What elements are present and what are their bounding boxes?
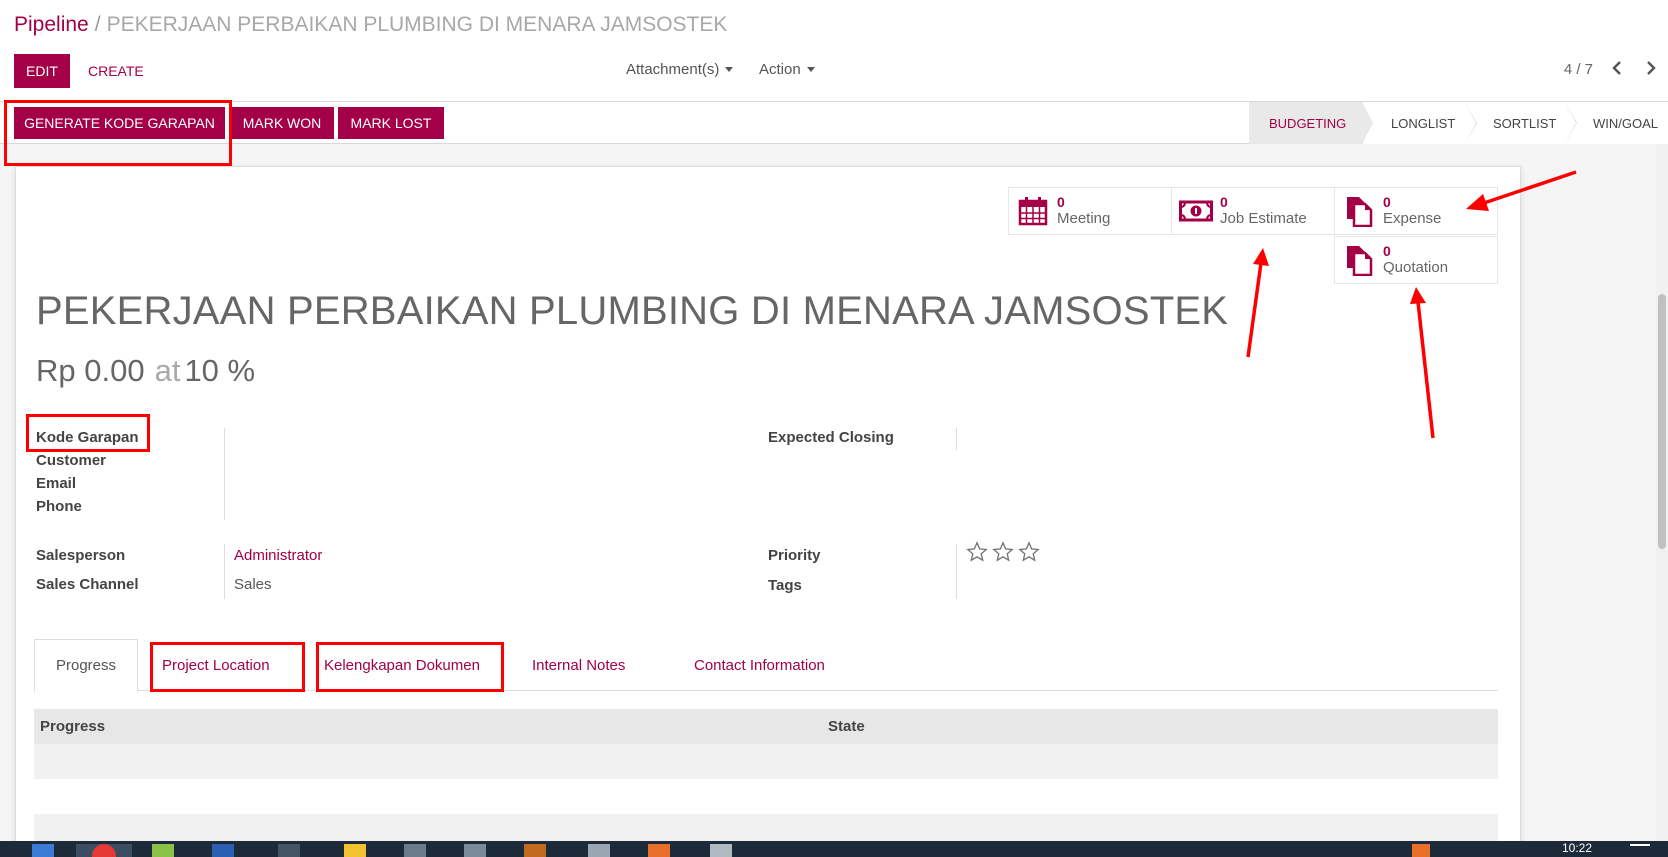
start-icon[interactable] (32, 844, 54, 857)
app-icon[interactable] (588, 844, 610, 857)
stage-arrow (1362, 102, 1373, 144)
taskbar: 10:22 (0, 841, 1668, 857)
app-icon[interactable] (404, 844, 426, 857)
app-icon[interactable] (524, 844, 546, 857)
stage-arrow (1565, 102, 1576, 144)
app-icon[interactable] (212, 844, 234, 857)
notification-icon[interactable] (1630, 844, 1650, 857)
folder-icon[interactable] (344, 844, 366, 857)
taskbar-clock: 10:22 (1561, 841, 1592, 855)
app-icon[interactable] (464, 844, 486, 857)
tray-icon[interactable] (1412, 844, 1430, 857)
app-icon[interactable] (648, 844, 670, 857)
app-icon[interactable] (710, 844, 732, 857)
annotation-arrows (1246, 170, 1577, 439)
terminal-icon[interactable] (278, 844, 300, 857)
app-icon[interactable] (152, 844, 174, 857)
stage-arrow (1465, 102, 1476, 144)
